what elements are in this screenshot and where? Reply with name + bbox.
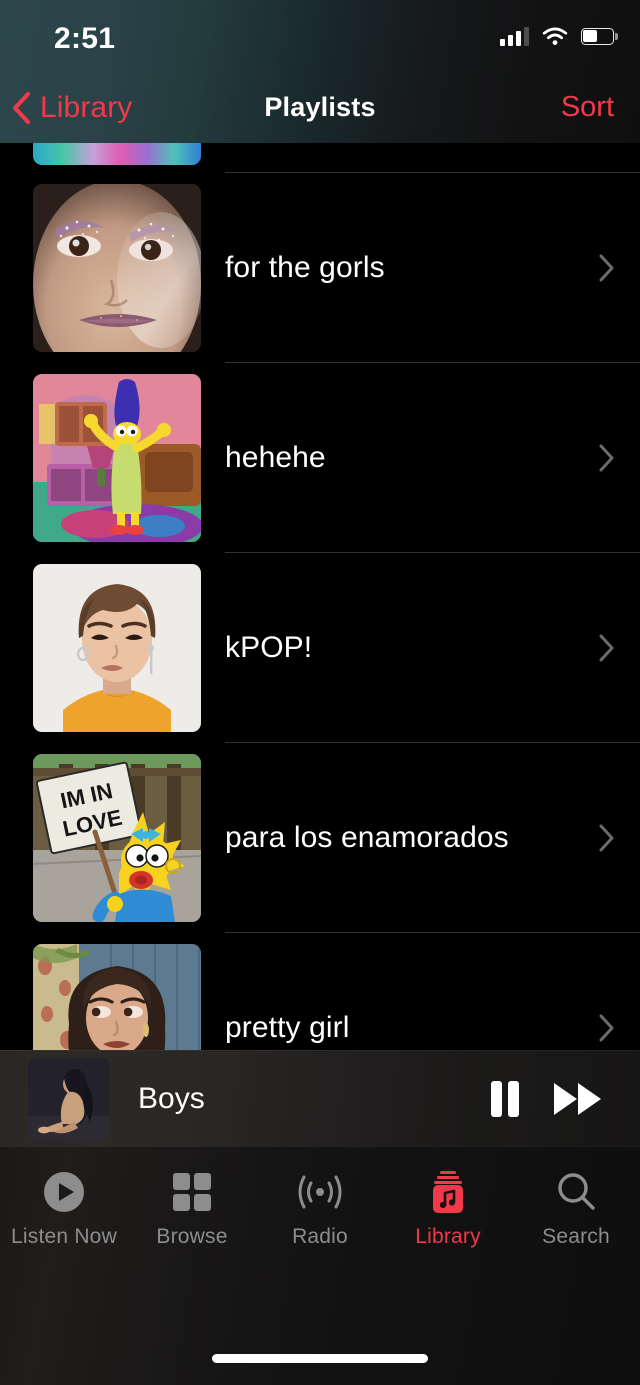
list-item-body: kPOP! <box>225 553 640 743</box>
tab-bar: Listen Now Browse Radio Library Search <box>0 1146 640 1385</box>
tab-label: Search <box>542 1225 610 1248</box>
playlist-artwork <box>33 374 201 542</box>
pause-button[interactable] <box>488 1079 522 1119</box>
home-indicator <box>212 1354 428 1363</box>
status-bar: 2:51 <box>0 0 640 72</box>
now-playing-controls <box>488 1079 604 1119</box>
now-playing-artwork <box>28 1057 110 1140</box>
list-item[interactable]: kPOP! <box>0 553 640 743</box>
chevron-right-icon <box>598 253 616 283</box>
chevron-right-icon <box>598 633 616 663</box>
playlist-artwork <box>33 564 201 732</box>
playlist-title: para los enamorados <box>225 821 509 854</box>
grid-squares-icon <box>170 1169 214 1215</box>
tab-label: Listen Now <box>11 1225 117 1248</box>
playlist-artwork-partial-top <box>33 143 201 165</box>
tab-label: Radio <box>292 1225 348 1248</box>
nav-bar: Library Playlists Sort <box>0 72 640 143</box>
status-time: 2:51 <box>54 22 116 55</box>
playlist-title: for the gorls <box>225 251 385 284</box>
tab-radio[interactable]: Radio <box>256 1169 384 1249</box>
list-item-body: hehehe <box>225 363 640 553</box>
tab-browse[interactable]: Browse <box>128 1169 256 1249</box>
sort-button[interactable]: Sort <box>561 72 614 143</box>
list-item[interactable]: for the gorls <box>0 173 640 363</box>
list-item[interactable]: IM IN LOVE para los enamorados <box>0 743 640 933</box>
playlist-title: hehehe <box>225 441 326 474</box>
cellular-bars-icon <box>500 26 529 46</box>
tab-library[interactable]: Library <box>384 1169 512 1249</box>
battery-icon <box>581 27 618 45</box>
playlist-artwork: IM IN LOVE <box>33 754 201 922</box>
playlist-title: pretty girl <box>225 1011 350 1044</box>
fast-forward-button[interactable] <box>552 1080 604 1118</box>
list-item-partial-top[interactable] <box>0 143 640 173</box>
status-indicators <box>500 26 618 46</box>
playlist-artwork <box>33 184 201 352</box>
header: 2:51 Library Playlists Sort <box>0 0 640 143</box>
tab-listen-now[interactable]: Listen Now <box>0 1169 128 1249</box>
tab-label: Browse <box>156 1225 228 1248</box>
chevron-right-icon <box>598 1013 616 1043</box>
music-app-screen: for the gorls hehehe kPOP! IM IN LOVE pa… <box>0 0 640 1385</box>
list-item-body: for the gorls <box>225 173 640 363</box>
playlists-list[interactable]: for the gorls hehehe kPOP! IM IN LOVE pa… <box>0 143 640 1146</box>
list-item-body: para los enamorados <box>225 743 640 933</box>
playlist-title: kPOP! <box>225 631 313 664</box>
chevron-right-icon <box>598 823 616 853</box>
page-title: Playlists <box>264 92 376 122</box>
magnifying-glass-icon <box>554 1169 598 1215</box>
library-music-icon <box>426 1169 470 1215</box>
chevron-right-icon <box>598 443 616 473</box>
radio-waves-icon <box>296 1169 344 1215</box>
play-circle-icon <box>41 1169 87 1215</box>
now-playing-title: Boys <box>138 1081 205 1115</box>
list-item[interactable]: hehehe <box>0 363 640 553</box>
tab-search[interactable]: Search <box>512 1169 640 1249</box>
now-playing-bar[interactable]: Boys <box>0 1050 640 1146</box>
wifi-icon <box>542 26 568 46</box>
tab-label: Library <box>415 1225 481 1248</box>
